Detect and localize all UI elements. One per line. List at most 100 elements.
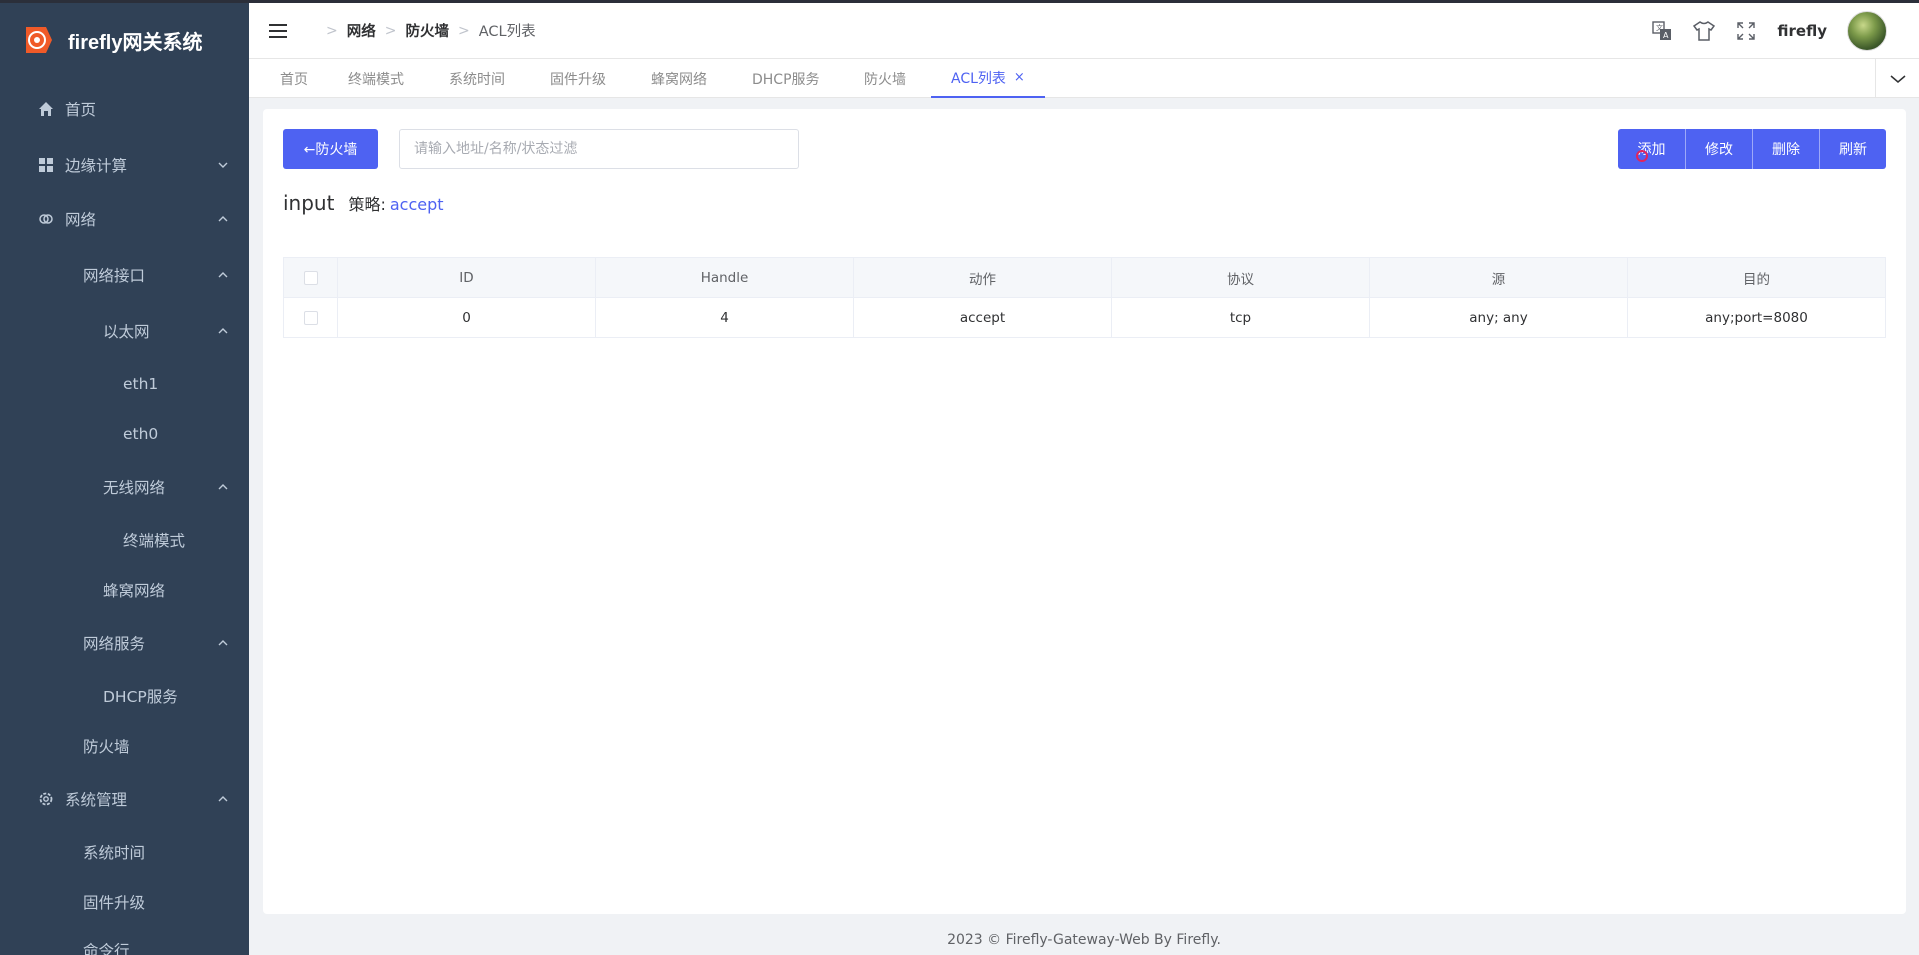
refresh-button[interactable]: 刷新 — [1819, 129, 1886, 169]
search-input[interactable] — [399, 129, 799, 169]
link-icon — [37, 210, 55, 228]
footer: 2023 © Firefly-Gateway-Web By Firefly. — [947, 932, 1221, 948]
sidebar-item-network-services[interactable]: 网络服务 — [0, 618, 249, 668]
tab-acl-list[interactable]: ACL列表 × — [931, 59, 1045, 98]
breadcrumb: > 网络 > 防火墙 > ACL列表 — [317, 20, 536, 41]
chain-title: input 策略: accept — [283, 191, 444, 215]
breadcrumb-separator-icon: > — [457, 22, 470, 39]
logo[interactable]: firefly网关系统 — [0, 0, 249, 80]
avatar[interactable] — [1847, 10, 1887, 51]
row-select-cell[interactable] — [283, 297, 338, 338]
close-icon[interactable]: × — [1014, 70, 1025, 85]
sidebar: firefly网关系统 首页 边缘计算 网络 网络接口 以太网 eth1 eth… — [0, 0, 249, 955]
back-to-firewall-button[interactable]: ←防火墙 — [283, 129, 378, 169]
top-border — [0, 0, 1919, 3]
tab-firewall[interactable]: 防火墙 — [864, 59, 906, 98]
tab-label: 终端模式 — [348, 71, 404, 88]
tab-firmware-upgrade[interactable]: 固件升级 — [550, 59, 606, 98]
home-icon — [37, 100, 55, 118]
chevron-down-icon — [218, 162, 228, 168]
policy-label: 策略: — [348, 195, 386, 214]
table-header-row: ID Handle 动作 协议 源 目的 — [283, 257, 1886, 298]
chevron-up-icon — [218, 272, 228, 278]
fullscreen-icon[interactable] — [1735, 20, 1757, 42]
delete-button[interactable]: 删除 — [1752, 129, 1819, 169]
sidebar-item-firewall[interactable]: 防火墙 — [0, 721, 249, 771]
breadcrumb-item-acl-list: ACL列表 — [478, 24, 536, 40]
breadcrumb-separator-icon: > — [384, 22, 397, 39]
cell-id: 0 — [337, 297, 596, 338]
column-header-protocol: 协议 — [1111, 257, 1370, 298]
cell-protocol: tcp — [1111, 297, 1370, 338]
sidebar-item-label: 以太网 — [103, 323, 150, 341]
tab-cellular[interactable]: 蜂窝网络 — [651, 59, 707, 98]
sidebar-item-edge-computing[interactable]: 边缘计算 — [0, 140, 249, 190]
sidebar-item-terminal-mode[interactable]: 终端模式 — [0, 515, 249, 565]
tab-label: 防火墙 — [864, 71, 906, 88]
sidebar-item-home[interactable]: 首页 — [0, 84, 249, 134]
cell-action: accept — [853, 297, 1112, 338]
tab-dhcp[interactable]: DHCP服务 — [752, 59, 820, 98]
sidebar-item-system-time[interactable]: 系统时间 — [0, 827, 249, 877]
navbar-right: 文A firefly — [1651, 3, 1919, 58]
edit-button[interactable]: 修改 — [1685, 129, 1752, 169]
sidebar-item-eth0[interactable]: eth0 — [0, 409, 249, 459]
cell-source: any; any — [1369, 297, 1628, 338]
tab-terminal-mode[interactable]: 终端模式 — [348, 59, 404, 98]
tab-home[interactable]: 首页 — [280, 59, 308, 98]
svg-text:文: 文 — [1656, 23, 1663, 32]
sidebar-item-label: 终端模式 — [123, 532, 186, 550]
sidebar-item-label: 边缘计算 — [65, 157, 128, 175]
navbar: > 网络 > 防火墙 > ACL列表 文A firefly — [249, 3, 1919, 58]
column-header-source: 源 — [1369, 257, 1628, 298]
sidebar-item-label: 蜂窝网络 — [103, 582, 166, 600]
breadcrumb-item-firewall[interactable]: 防火墙 — [405, 20, 449, 41]
acl-card: ←防火墙 添加 修改 删除 刷新 input 策略: accept ID Han… — [263, 109, 1906, 914]
sidebar-item-label: 网络接口 — [83, 267, 146, 285]
chevron-down-icon — [1890, 74, 1905, 83]
theme-shirt-icon[interactable] — [1693, 20, 1716, 42]
tags-dropdown[interactable] — [1875, 59, 1919, 98]
column-header-destination: 目的 — [1627, 257, 1886, 298]
username[interactable]: firefly — [1777, 22, 1827, 40]
gear-icon — [37, 790, 55, 808]
cursor-indicator — [1636, 150, 1648, 162]
table-row[interactable]: 0 4 accept tcp any; any any;port=8080 — [283, 297, 1886, 338]
sidebar-item-command-line[interactable]: 命令行 — [0, 925, 249, 955]
tab-system-time[interactable]: 系统时间 — [449, 59, 505, 98]
sidebar-item-label: 防火墙 — [83, 738, 130, 756]
sidebar-item-label: 系统管理 — [65, 791, 128, 809]
tab-label: 蜂窝网络 — [651, 71, 707, 88]
firefly-logo-icon — [26, 27, 52, 53]
chevron-up-icon — [218, 484, 228, 490]
select-all-cell[interactable] — [283, 257, 338, 298]
chevron-up-icon — [218, 796, 228, 802]
sidebar-item-label: 无线网络 — [103, 479, 166, 497]
sidebar-item-dhcp[interactable]: DHCP服务 — [0, 671, 249, 721]
policy-value[interactable]: accept — [390, 195, 444, 214]
tab-label: 固件升级 — [550, 71, 606, 88]
sidebar-item-label: 网络 — [65, 211, 97, 229]
sidebar-item-network-interface[interactable]: 网络接口 — [0, 250, 249, 300]
chevron-up-icon — [218, 640, 228, 646]
row-checkbox[interactable] — [303, 310, 318, 325]
sidebar-item-cellular[interactable]: 蜂窝网络 — [0, 565, 249, 615]
sidebar-item-system-management[interactable]: 系统管理 — [0, 774, 249, 824]
sidebar-item-label: 系统时间 — [83, 844, 146, 862]
sidebar-item-ethernet[interactable]: 以太网 — [0, 306, 249, 356]
sidebar-item-label: 命令行 — [83, 942, 130, 955]
sidebar-item-network[interactable]: 网络 — [0, 194, 249, 244]
translate-icon[interactable]: 文A — [1651, 20, 1673, 42]
breadcrumb-item-network[interactable]: 网络 — [347, 20, 376, 41]
tab-label: ACL列表 — [951, 70, 1006, 87]
sidebar-item-label: eth0 — [123, 425, 159, 443]
cell-handle: 4 — [595, 297, 854, 338]
sidebar-item-eth1[interactable]: eth1 — [0, 359, 249, 409]
select-all-checkbox[interactable] — [303, 270, 318, 285]
sidebar-item-wireless[interactable]: 无线网络 — [0, 462, 249, 512]
chevron-up-icon — [218, 328, 228, 334]
hamburger-icon[interactable] — [269, 23, 287, 39]
add-button[interactable]: 添加 — [1618, 129, 1685, 169]
sidebar-item-firmware-upgrade[interactable]: 固件升级 — [0, 877, 249, 927]
dashboard-icon — [37, 156, 55, 174]
